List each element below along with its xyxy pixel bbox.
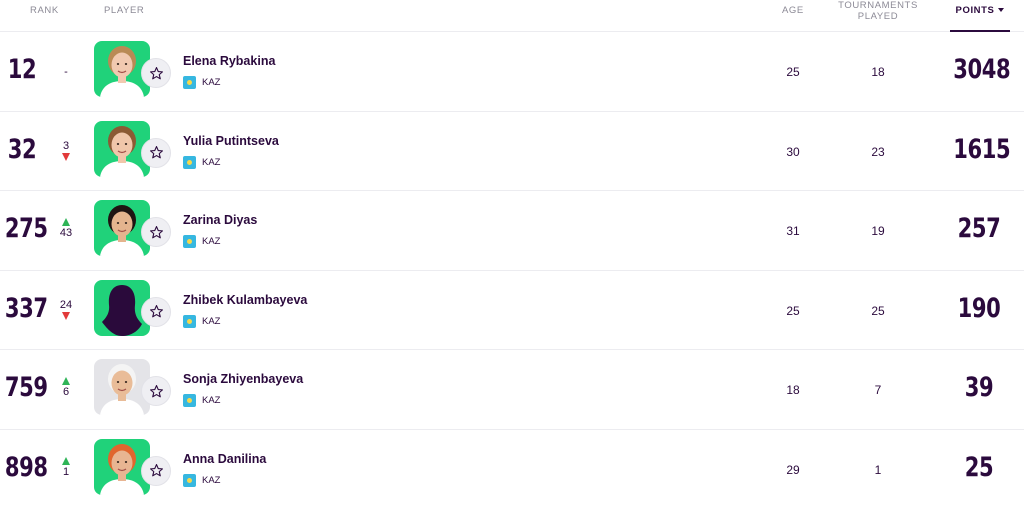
- player-country: KAZ: [183, 155, 221, 169]
- player-points: 1615: [953, 133, 1011, 165]
- player-age: 29: [786, 462, 800, 477]
- country-code: KAZ: [202, 395, 221, 406]
- points-header-label: POINTS: [955, 5, 995, 16]
- player-points: 190: [957, 292, 1001, 324]
- player-points: 25: [964, 451, 994, 483]
- favorite-star-button[interactable]: [141, 296, 171, 327]
- player-age: 18: [786, 383, 800, 397]
- player-points: 257: [957, 213, 1001, 244]
- rank-column-header: RANK: [30, 5, 59, 16]
- player-country: KAZ: [183, 394, 220, 407]
- tournaments-played: 23: [871, 144, 885, 159]
- player-name-link[interactable]: Anna Danilina: [183, 452, 266, 466]
- player-country: KAZ: [183, 235, 220, 248]
- star-icon: [149, 305, 163, 318]
- player-rank: 337: [4, 292, 48, 324]
- rank-movement: 6: [54, 376, 78, 398]
- rank-movement: 1: [54, 456, 78, 478]
- player-age: 30: [786, 144, 800, 159]
- star-icon: [149, 464, 163, 477]
- player-name-link[interactable]: Zhibek Kulambayeva: [183, 293, 307, 307]
- rank-movement: 43: [54, 217, 78, 239]
- star-icon: [149, 66, 163, 79]
- points-column-header[interactable]: POINTS: [950, 0, 1010, 32]
- tournaments-played: 1: [874, 462, 882, 477]
- kazakhstan-flag-icon: [183, 314, 196, 328]
- player-rank: 759: [4, 372, 48, 403]
- rank-movement: 24: [54, 299, 78, 321]
- player-age: 31: [786, 224, 800, 238]
- rank-movement: -: [54, 66, 78, 78]
- rank-movement-value: 43: [59, 227, 73, 239]
- player-name-link[interactable]: Zarina Diyas: [183, 213, 257, 227]
- table-header: RANK PLAYER AGE TOURNAMENTS PLAYED POINT…: [0, 0, 1024, 32]
- country-code: KAZ: [202, 315, 221, 327]
- player-name-link[interactable]: Yulia Putintseva: [183, 134, 279, 148]
- player-country: KAZ: [183, 314, 221, 328]
- table-row[interactable]: 898 1 Anna Danilina KAZ 29 1 25: [0, 430, 1024, 505]
- country-code: KAZ: [202, 77, 221, 88]
- rank-down-arrow-icon: [62, 311, 70, 320]
- star-icon: [149, 384, 163, 397]
- player-rank: 275: [4, 213, 48, 244]
- kazakhstan-flag-icon: [183, 76, 196, 89]
- sort-caret-icon: [998, 8, 1005, 12]
- favorite-star-button[interactable]: [141, 217, 171, 247]
- favorite-star-button[interactable]: [141, 376, 171, 406]
- favorite-star-button[interactable]: [141, 58, 171, 88]
- country-code: KAZ: [202, 474, 221, 486]
- tournaments-played: 19: [871, 224, 885, 238]
- player-rank: 898: [4, 451, 48, 483]
- kazakhstan-flag-icon: [183, 473, 196, 487]
- table-row[interactable]: 275 43 Zarina Diyas KAZ 31 19 257: [0, 191, 1024, 271]
- kazakhstan-flag-icon: [183, 235, 196, 248]
- country-code: KAZ: [202, 236, 221, 247]
- kazakhstan-flag-icon: [183, 155, 196, 169]
- star-icon: [149, 146, 163, 159]
- rank-movement-value: 1: [62, 465, 70, 478]
- tournaments-played-column-header[interactable]: TOURNAMENTS PLAYED: [832, 0, 924, 22]
- favorite-star-button[interactable]: [141, 455, 171, 486]
- table-row[interactable]: 12 - Elena Rybakina KAZ 25 18 3048: [0, 32, 1024, 112]
- rank-up-arrow-icon: [62, 377, 70, 385]
- rankings-table: 12- Elena Rybakina KAZ 25 18 3048 32 3 Yulia Put…: [0, 32, 1024, 505]
- age-column-header[interactable]: AGE: [782, 5, 804, 16]
- star-icon: [149, 225, 163, 238]
- rank-movement: 3: [54, 140, 78, 162]
- tournaments-played: 18: [871, 65, 885, 79]
- rank-movement-value: 3: [62, 139, 70, 152]
- player-points: 39: [964, 372, 994, 403]
- rank-movement-value: -: [64, 66, 68, 78]
- player-points: 3048: [953, 54, 1011, 85]
- tournaments-played: 7: [874, 383, 882, 397]
- rank-up-arrow-icon: [62, 456, 70, 465]
- kazakhstan-flag-icon: [183, 394, 196, 407]
- rank-down-arrow-icon: [62, 152, 70, 161]
- player-age: 25: [786, 303, 800, 318]
- table-row[interactable]: 337 24 Zhibek Kulambayeva KAZ 25 25 190: [0, 271, 1024, 350]
- table-row[interactable]: 759 6 Sonja Zhiyenbayeva KAZ 18 7 39: [0, 350, 1024, 430]
- player-country: KAZ: [183, 76, 220, 89]
- rank-up-arrow-icon: [62, 218, 70, 226]
- country-code: KAZ: [202, 156, 221, 168]
- favorite-star-button[interactable]: [141, 137, 171, 168]
- player-name-link[interactable]: Sonja Zhiyenbayeva: [183, 372, 303, 386]
- rank-movement-value: 24: [59, 298, 73, 311]
- table-row[interactable]: 32 3 Yulia Putintseva KAZ 30 23 1615: [0, 112, 1024, 191]
- tournaments-played: 25: [871, 303, 885, 318]
- player-age: 25: [786, 65, 800, 79]
- player-name-link[interactable]: Elena Rybakina: [183, 54, 275, 68]
- rank-movement-value: 6: [62, 386, 70, 398]
- player-country: KAZ: [183, 473, 221, 487]
- player-rank: 32: [7, 133, 37, 165]
- player-column-header: PLAYER: [104, 5, 145, 16]
- player-rank: 12: [7, 54, 37, 85]
